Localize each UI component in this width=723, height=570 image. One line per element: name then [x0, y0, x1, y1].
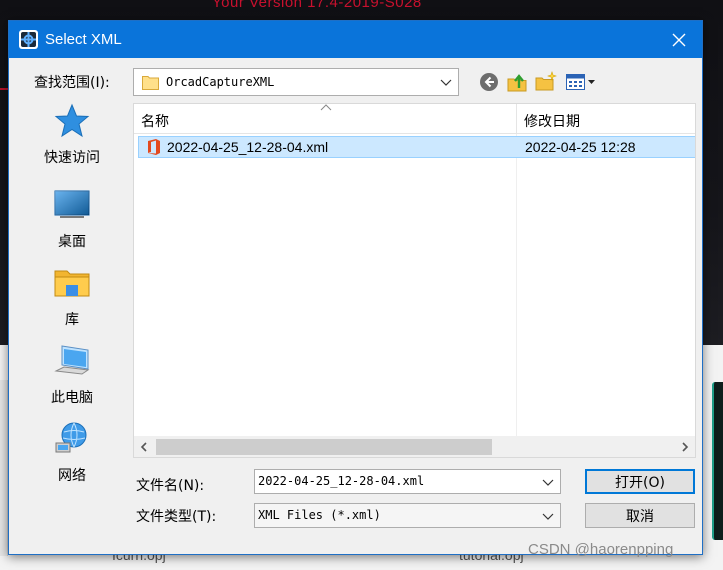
place-label: 此电脑 [51, 390, 93, 406]
filetype-dropdown[interactable]: XML Files (*.xml) [254, 503, 561, 528]
background-right-panel [712, 382, 723, 540]
chevron-down-icon[interactable] [542, 512, 554, 522]
scroll-right-icon[interactable] [680, 442, 690, 452]
filename-combobox[interactable]: 2022-04-25_12-28-04.xml [254, 469, 561, 494]
file-list-header: 名称 修改日期 [134, 104, 695, 134]
view-grid-icon [566, 74, 595, 90]
new-folder-icon [535, 71, 557, 91]
new-folder-button[interactable] [535, 71, 557, 93]
lookin-label: 查找范围(I): [34, 75, 110, 91]
select-xml-dialog: Select XML 查找范围(I): OrcadCaptureXML 快速访问… [8, 20, 703, 555]
cancel-button[interactable]: 取消 [585, 503, 695, 528]
place-label: 库 [65, 312, 79, 328]
view-menu-button[interactable] [565, 71, 599, 93]
scroll-thumb[interactable] [156, 439, 492, 455]
folder-icon [142, 76, 159, 90]
place-label: 网络 [58, 468, 86, 484]
desktop-icon [54, 190, 90, 218]
star-icon [54, 103, 90, 138]
column-header-date[interactable]: 修改日期 [524, 111, 580, 131]
place-desktop[interactable]: 桌面 [24, 185, 120, 255]
version-banner: Your Version 17.4-2019-S028 [212, 0, 422, 11]
chevron-down-icon [440, 79, 452, 86]
filetype-label: 文件类型(T): [136, 509, 217, 525]
sort-ascending-icon [320, 104, 332, 111]
column-guide [516, 134, 517, 436]
app-icon [19, 30, 38, 49]
filetype-value: XML Files (*.xml) [258, 508, 381, 522]
dialog-title: Select XML [45, 31, 122, 48]
file-row[interactable]: 2022-04-25_12-28-04.xml 2022-04-25 12:28 [138, 136, 695, 158]
file-list[interactable]: 名称 修改日期 2022-04-25_12-28-04.xml 2022-04-… [133, 103, 696, 458]
close-button[interactable] [656, 21, 702, 58]
column-header-name[interactable]: 名称 [141, 111, 169, 131]
place-network[interactable]: 网络 [24, 419, 120, 489]
up-folder-button[interactable] [506, 71, 528, 93]
watermark: CSDN @haorenpping [528, 541, 674, 558]
place-label: 快速访问 [44, 150, 100, 166]
filename-value: 2022-04-25_12-28-04.xml [258, 474, 425, 488]
network-icon [55, 422, 87, 453]
office-xml-file-icon [148, 139, 160, 155]
lookin-value: OrcadCaptureXML [166, 75, 275, 89]
horizontal-scrollbar[interactable] [134, 436, 695, 457]
back-arrow-icon [480, 73, 498, 91]
places-bar: 快速访问 桌面 库 此电脑 网络 [24, 101, 134, 484]
column-divider[interactable] [516, 104, 517, 134]
file-name: 2022-04-25_12-28-04.xml [167, 139, 329, 155]
back-button[interactable] [478, 71, 500, 93]
place-library[interactable]: 库 [24, 263, 120, 333]
place-quick-access[interactable]: 快速访问 [24, 101, 120, 171]
background-left-panel [0, 380, 8, 556]
lookin-dropdown[interactable]: OrcadCaptureXML [133, 68, 459, 96]
open-button[interactable]: 打开(O) [585, 469, 695, 494]
computer-icon [54, 345, 90, 375]
close-icon [672, 33, 686, 46]
file-date: 2022-04-25 12:28 [525, 139, 636, 155]
filename-label: 文件名(N): [136, 478, 205, 494]
dialog-titlebar[interactable]: Select XML [9, 21, 702, 58]
up-folder-icon [507, 74, 527, 92]
chevron-down-icon[interactable] [542, 478, 554, 488]
place-label: 桌面 [58, 234, 86, 250]
library-icon [54, 270, 90, 297]
place-this-pc[interactable]: 此电脑 [24, 341, 120, 411]
scroll-left-icon[interactable] [139, 442, 149, 452]
